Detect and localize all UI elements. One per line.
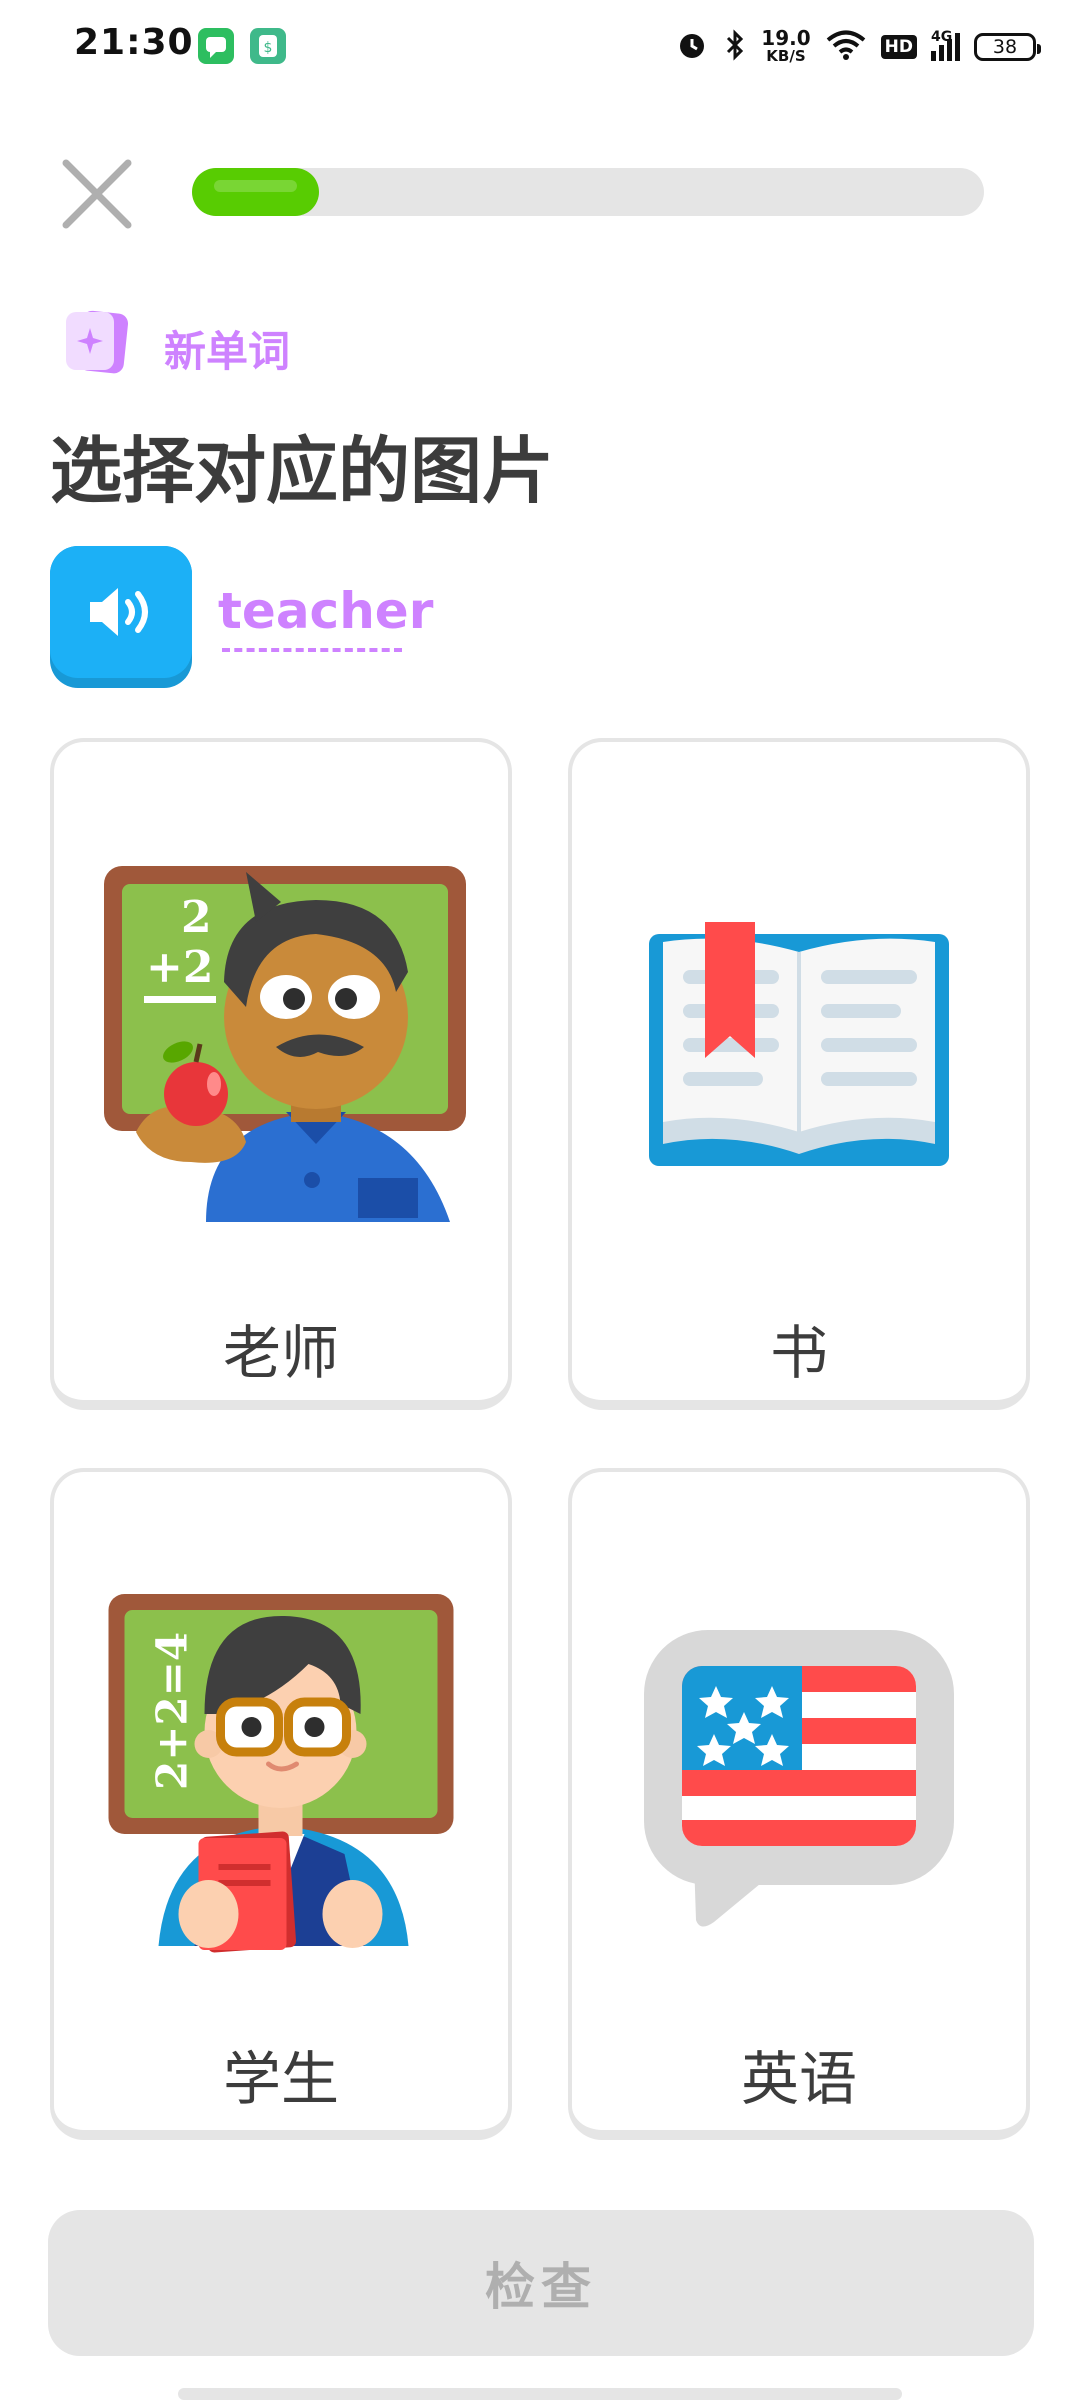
check-button[interactable]: 检查	[48, 2210, 1034, 2356]
new-word-label: 新单词	[164, 327, 291, 376]
clock: 21:30	[74, 22, 194, 63]
play-audio-face	[50, 546, 192, 678]
cellular-signal-icon: 4G	[931, 29, 960, 61]
wifi-icon	[825, 29, 867, 66]
battery-level: 38	[992, 36, 1018, 58]
alarm-icon	[675, 28, 709, 67]
home-indicator	[178, 2388, 902, 2400]
play-audio-button[interactable]	[50, 546, 192, 688]
battery-indicator: 38	[974, 33, 1041, 61]
svg-text:+2: +2	[146, 942, 213, 993]
network-speed-value: 19.0	[761, 26, 811, 50]
speaker-icon	[90, 588, 148, 636]
english-flag-bubble-icon	[644, 1630, 954, 1935]
signal-type-label: 4G	[931, 29, 953, 45]
close-icon	[62, 159, 132, 229]
wallet-notification-icon: $	[250, 28, 286, 64]
hd-badge: HD	[880, 35, 917, 59]
option-card-english[interactable]: 英语	[568, 1468, 1030, 2140]
new-word-icon	[62, 308, 132, 378]
svg-text:2: 2	[181, 892, 212, 943]
option-card-student[interactable]: 2+2=4 学生	[50, 1468, 512, 2140]
progress-fill	[192, 168, 319, 216]
target-word[interactable]: teacher	[218, 582, 433, 640]
status-bar: 21:30 $ 19.0 KB/S HD 4G 38	[0, 0, 1080, 96]
bluetooth-icon	[723, 28, 747, 67]
word-underline	[222, 648, 402, 652]
book-illustration-icon	[649, 922, 949, 1167]
option-label: 英语	[740, 2045, 857, 2113]
student-illustration-icon: 2+2=4	[108, 1594, 454, 1954]
option-card-teacher[interactable]: 2 +2 老师	[50, 738, 512, 1410]
progress-shine	[214, 180, 297, 192]
messages-notification-icon	[198, 28, 234, 64]
network-speed: 19.0 KB/S	[761, 26, 811, 65]
option-card-book[interactable]: 书	[568, 738, 1030, 1410]
svg-text:$: $	[264, 40, 273, 56]
network-speed-unit: KB/S	[766, 47, 806, 65]
svg-text:2+2=4: 2+2=4	[148, 1632, 197, 1790]
option-label: 书	[769, 1319, 828, 1387]
lesson-progress-bar	[192, 168, 984, 216]
close-button[interactable]	[58, 155, 136, 233]
option-label: 老师	[222, 1319, 339, 1387]
status-icons: 19.0 KB/S HD 4G 38	[675, 22, 1041, 72]
teacher-illustration-icon: 2 +2	[96, 862, 466, 1232]
option-label: 学生	[222, 2045, 339, 2113]
page-title: 选择对应的图片	[50, 429, 555, 513]
